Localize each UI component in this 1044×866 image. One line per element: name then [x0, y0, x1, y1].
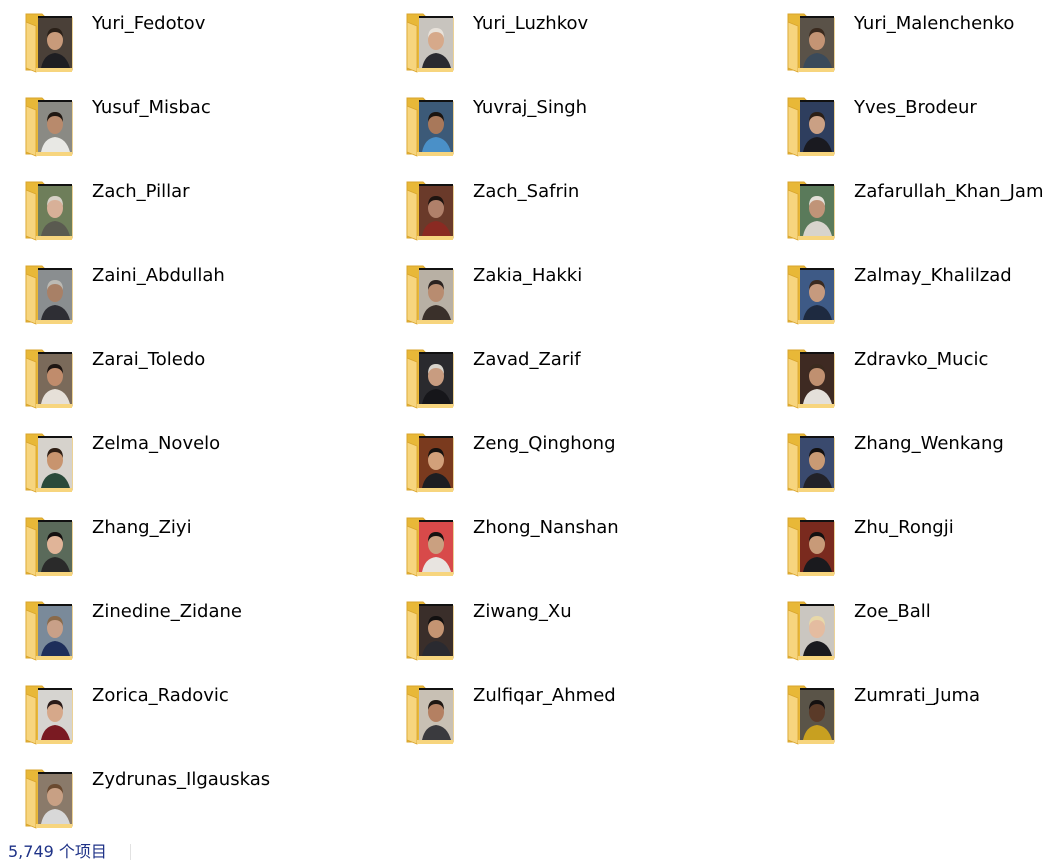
folder-name: Zulfiqar_Ahmed: [473, 685, 616, 706]
folder-item[interactable]: Yusuf_Misbac: [0, 84, 370, 168]
folder-item[interactable]: Yuri_Malenchenko: [762, 0, 1044, 84]
folder-thumbnail-icon: [24, 262, 74, 326]
folder-thumbnail-icon: [405, 346, 455, 410]
folder-thumbnail-icon: [786, 262, 836, 326]
folder-name: Zavad_Zarif: [473, 349, 581, 370]
folder-name: Zhang_Wenkang: [854, 433, 1004, 454]
folder-thumbnail-icon: [786, 430, 836, 494]
folder-thumbnail-icon: [405, 10, 455, 74]
folder-thumbnail-icon: [405, 262, 455, 326]
folder-item[interactable]: Zydrunas_Ilgauskas: [0, 756, 370, 840]
folder-thumbnail-icon: [24, 94, 74, 158]
folder-item[interactable]: Zoe_Ball: [762, 588, 1044, 672]
folder-thumbnail-icon: [405, 682, 455, 746]
folder-thumbnail-icon: [24, 178, 74, 242]
folder-item[interactable]: Zarai_Toledo: [0, 336, 370, 420]
folder-item[interactable]: Zhang_Ziyi: [0, 504, 370, 588]
folder-item[interactable]: Zafarullah_Khan_Jama: [762, 168, 1044, 252]
folder-name: Yuri_Fedotov: [92, 13, 206, 34]
folder-name: Zhong_Nanshan: [473, 517, 619, 538]
folder-thumbnail-icon: [24, 346, 74, 410]
folder-item[interactable]: Zelma_Novelo: [0, 420, 370, 504]
folder-name: Zafarullah_Khan_Jama: [854, 181, 1044, 202]
folder-thumbnail-icon: [786, 178, 836, 242]
folder-grid: Yuri_Fedotov Yuri_Luzhkov Yuri_Malenchenko…: [0, 0, 1044, 840]
folder-thumbnail-icon: [786, 514, 836, 578]
folder-thumbnail-icon: [24, 598, 74, 662]
folder-item[interactable]: Zumrati_Juma: [762, 672, 1044, 756]
folder-name: Zhang_Ziyi: [92, 517, 192, 538]
folder-item[interactable]: Zhang_Wenkang: [762, 420, 1044, 504]
folder-name: Yves_Brodeur: [854, 97, 977, 118]
folder-name: Zhu_Rongji: [854, 517, 954, 538]
folder-thumbnail-icon: [405, 430, 455, 494]
folder-name: Zarai_Toledo: [92, 349, 206, 370]
folder-name: Zalmay_Khalilzad: [854, 265, 1012, 286]
folder-item[interactable]: Yuvraj_Singh: [381, 84, 751, 168]
folder-name: Yuri_Luzhkov: [473, 13, 589, 34]
folder-thumbnail-icon: [24, 514, 74, 578]
folder-item[interactable]: Zalmay_Khalilzad: [762, 252, 1044, 336]
folder-name: Yusuf_Misbac: [92, 97, 211, 118]
status-item-count: 5,749 个项目: [8, 842, 107, 861]
folder-name: Zaini_Abdullah: [92, 265, 225, 286]
folder-item[interactable]: Zulfiqar_Ahmed: [381, 672, 751, 756]
folder-thumbnail-icon: [786, 94, 836, 158]
folder-thumbnail-icon: [786, 10, 836, 74]
folder-item[interactable]: Zhong_Nanshan: [381, 504, 751, 588]
folder-name: Yuvraj_Singh: [473, 97, 588, 118]
folder-name: Zach_Pillar: [92, 181, 190, 202]
status-separator: [130, 844, 131, 860]
folder-thumbnail-icon: [405, 178, 455, 242]
folder-name: Ziwang_Xu: [473, 601, 572, 622]
folder-item[interactable]: Yves_Brodeur: [762, 84, 1044, 168]
folder-name: Zumrati_Juma: [854, 685, 981, 706]
folder-thumbnail-icon: [405, 94, 455, 158]
folder-item[interactable]: Yuri_Luzhkov: [381, 0, 751, 84]
folder-item[interactable]: Yuri_Fedotov: [0, 0, 370, 84]
folder-thumbnail-icon: [24, 430, 74, 494]
folder-name: Zorica_Radovic: [92, 685, 229, 706]
folder-thumbnail-icon: [786, 598, 836, 662]
folder-name: Zoe_Ball: [854, 601, 931, 622]
folder-item[interactable]: Zach_Safrin: [381, 168, 751, 252]
folder-name: Yuri_Malenchenko: [854, 13, 1015, 34]
folder-item[interactable]: Zorica_Radovic: [0, 672, 370, 756]
folder-name: Zach_Safrin: [473, 181, 580, 202]
folder-name: Zeng_Qinghong: [473, 433, 616, 454]
folder-item[interactable]: Zach_Pillar: [0, 168, 370, 252]
folder-name: Zydrunas_Ilgauskas: [92, 769, 271, 790]
folder-name: Zdravko_Mucic: [854, 349, 989, 370]
folder-item[interactable]: Zaini_Abdullah: [0, 252, 370, 336]
status-bar: 5,749 个项目: [0, 840, 1044, 866]
folder-thumbnail-icon: [786, 682, 836, 746]
folder-name: Zelma_Novelo: [92, 433, 221, 454]
folder-thumbnail-icon: [24, 682, 74, 746]
folder-thumbnail-icon: [405, 598, 455, 662]
folder-item[interactable]: Zeng_Qinghong: [381, 420, 751, 504]
folder-thumbnail-icon: [405, 514, 455, 578]
folder-name: Zinedine_Zidane: [92, 601, 242, 622]
folder-item[interactable]: Zhu_Rongji: [762, 504, 1044, 588]
folder-item[interactable]: Zdravko_Mucic: [762, 336, 1044, 420]
folder-item[interactable]: Zinedine_Zidane: [0, 588, 370, 672]
folder-thumbnail-icon: [24, 766, 74, 830]
folder-thumbnail-icon: [24, 10, 74, 74]
folder-thumbnail-icon: [786, 346, 836, 410]
folder-name: Zakia_Hakki: [473, 265, 583, 286]
folder-item[interactable]: Zakia_Hakki: [381, 252, 751, 336]
folder-item[interactable]: Ziwang_Xu: [381, 588, 751, 672]
folder-item[interactable]: Zavad_Zarif: [381, 336, 751, 420]
